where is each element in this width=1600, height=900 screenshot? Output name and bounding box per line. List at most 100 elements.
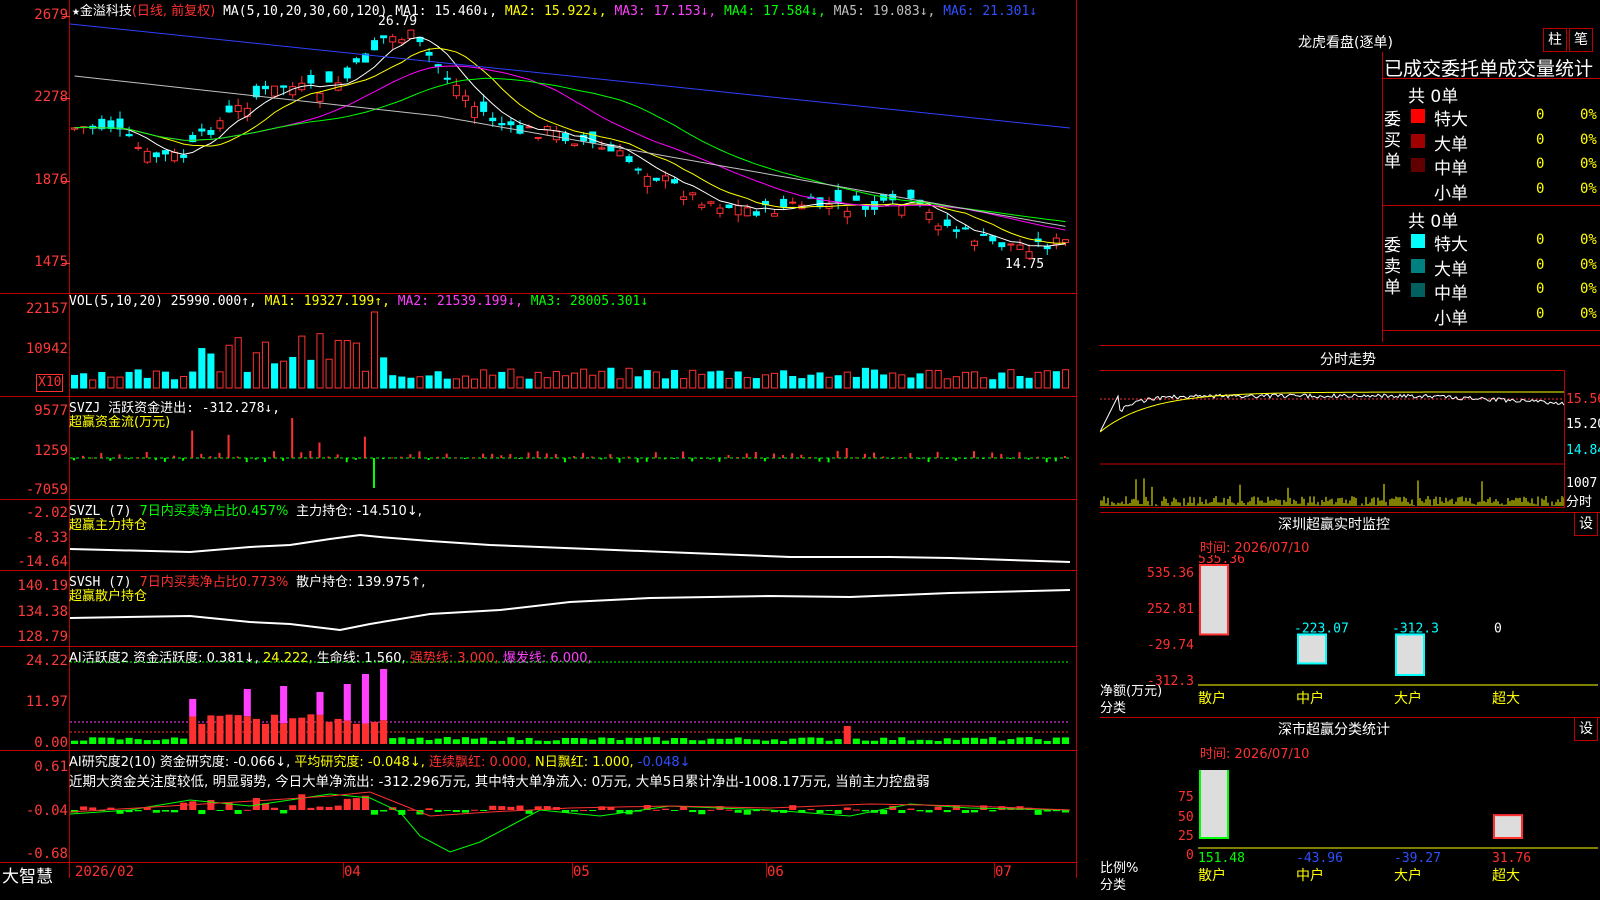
activity-bar bbox=[598, 737, 606, 744]
tick-mark bbox=[62, 263, 70, 264]
ai-research-y-tick: -0.04 bbox=[25, 803, 68, 819]
intraday-y: 15.56 bbox=[1566, 392, 1600, 407]
volume-bar bbox=[571, 372, 579, 389]
ai-active-y-tick: 11.97 bbox=[25, 694, 68, 710]
longhu-row: 特大 0 0% bbox=[1408, 230, 1600, 255]
flow-bar bbox=[627, 456, 630, 458]
activity-bar bbox=[652, 737, 660, 744]
candle-body bbox=[534, 136, 542, 139]
activity-bar bbox=[334, 718, 342, 744]
volume-bar bbox=[616, 378, 624, 389]
volume-bar bbox=[380, 357, 388, 389]
flow-bar bbox=[518, 458, 521, 459]
flow-bar bbox=[291, 418, 294, 458]
x-axis-label: 05 bbox=[573, 864, 590, 880]
candle-body bbox=[471, 106, 479, 118]
research-bar bbox=[307, 807, 315, 810]
activity-bar bbox=[734, 737, 742, 744]
volume-bar bbox=[980, 377, 988, 389]
candle-body bbox=[834, 189, 842, 202]
flow-bar bbox=[882, 456, 885, 458]
candle-body bbox=[352, 58, 360, 63]
ai-active-chart[interactable] bbox=[70, 660, 1076, 748]
volume-bar bbox=[889, 372, 897, 389]
x-axis-label: 06 bbox=[767, 864, 784, 880]
tick-mode-button[interactable]: 笔 bbox=[1569, 28, 1593, 52]
volume-bar bbox=[416, 376, 424, 389]
volume-bar bbox=[434, 371, 442, 389]
research-bar bbox=[725, 809, 733, 811]
flow-bar bbox=[1063, 455, 1066, 458]
sz-monitor-settings-button[interactable]: 设 bbox=[1574, 512, 1598, 536]
volume-bar bbox=[916, 373, 924, 389]
volume-bar bbox=[461, 375, 469, 389]
volume-bar bbox=[334, 339, 342, 389]
svzj-chart[interactable] bbox=[70, 410, 1076, 498]
activity-bar bbox=[961, 737, 969, 744]
x-tick bbox=[994, 862, 995, 878]
candle-body bbox=[398, 39, 406, 44]
activity-bar bbox=[952, 739, 960, 744]
activity-bar bbox=[361, 723, 369, 744]
burst-bar bbox=[343, 684, 351, 721]
flow-bar bbox=[891, 458, 894, 459]
volume-bar bbox=[543, 377, 551, 389]
activity-bar bbox=[807, 737, 815, 744]
bar-mode-button[interactable]: 柱 bbox=[1543, 28, 1567, 52]
burst-bar bbox=[189, 699, 197, 717]
volume-bar bbox=[825, 376, 833, 389]
volume-bar bbox=[580, 368, 588, 389]
activity-bar bbox=[371, 721, 379, 744]
app-name[interactable]: 大智慧 bbox=[2, 862, 53, 887]
row-count: 0 bbox=[1536, 305, 1545, 322]
flow-bar bbox=[227, 434, 230, 458]
sz-class-y: 25 bbox=[1178, 829, 1194, 844]
volume-bar bbox=[725, 377, 733, 389]
activity-bar bbox=[625, 737, 633, 744]
kline-chart[interactable] bbox=[70, 16, 1076, 292]
volume-bar bbox=[998, 372, 1006, 389]
row-label: 特大 bbox=[1434, 235, 1468, 255]
svsh-chart[interactable] bbox=[70, 586, 1076, 644]
activity-bar bbox=[252, 718, 260, 744]
sz-class-settings-button[interactable]: 设 bbox=[1574, 717, 1598, 741]
activity-bar bbox=[352, 723, 360, 744]
flow-bar bbox=[945, 458, 948, 459]
volume-bar bbox=[607, 367, 615, 389]
activity-bar bbox=[971, 737, 979, 744]
divider bbox=[1382, 78, 1600, 79]
volume-bar bbox=[352, 342, 360, 389]
activity-bar bbox=[152, 740, 160, 744]
research-bar bbox=[698, 810, 706, 815]
volume-chart[interactable] bbox=[70, 310, 1076, 390]
sz-monitor-chart[interactable]: 535.36 散户 -223.07 中户 -312.3 大户 0 超大 bbox=[1198, 555, 1600, 715]
research-bar bbox=[298, 794, 306, 810]
flow-bar bbox=[73, 458, 75, 461]
svzl-y-tick: -2.02 bbox=[25, 505, 68, 521]
research-bar bbox=[471, 809, 479, 811]
activity-bar bbox=[1034, 739, 1042, 744]
flow-bar bbox=[773, 453, 775, 458]
activity-bar bbox=[943, 738, 951, 744]
activity-bar bbox=[580, 738, 588, 744]
candle-body bbox=[680, 196, 688, 201]
flow-bar bbox=[418, 451, 421, 458]
divider bbox=[1100, 345, 1600, 346]
flow-bar bbox=[182, 458, 185, 461]
activity-bar bbox=[216, 715, 224, 744]
svzl-chart[interactable] bbox=[70, 515, 1076, 569]
flow-bar bbox=[791, 453, 794, 458]
monitor-bar bbox=[1199, 564, 1229, 636]
activity-bar bbox=[661, 740, 669, 744]
activity-bar bbox=[834, 739, 842, 744]
candle-body bbox=[225, 105, 233, 113]
flow-bar bbox=[373, 458, 375, 488]
volume-bar bbox=[771, 372, 779, 389]
flow-bar bbox=[736, 457, 739, 459]
intraday-chart[interactable] bbox=[1100, 372, 1564, 508]
ai-research-chart[interactable] bbox=[70, 786, 1076, 862]
sz-class-chart[interactable]: 151.48散户 -43.96中户 -39.27大户 31.76 超大 bbox=[1198, 770, 1600, 900]
volume-bar bbox=[1043, 370, 1051, 389]
flow-bar bbox=[100, 452, 103, 458]
volume-bar bbox=[798, 378, 806, 389]
